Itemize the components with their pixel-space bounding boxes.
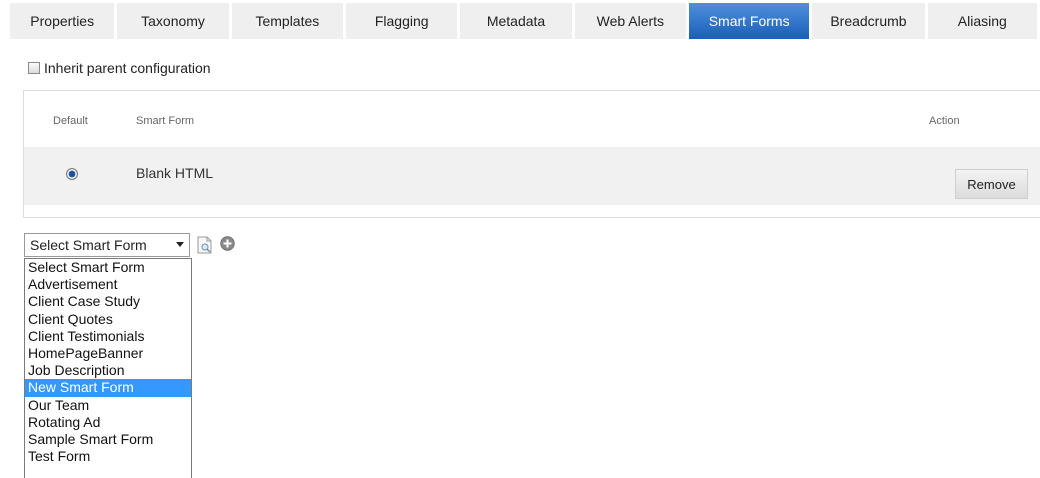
- dropdown-option[interactable]: HomePageBanner: [25, 345, 191, 362]
- smart-form-options-list: Select Smart Form Advertisement Client C…: [24, 258, 192, 478]
- inherit-checkbox[interactable]: [28, 62, 40, 74]
- dropdown-option[interactable]: Job Description: [25, 362, 191, 379]
- dropdown-option[interactable]: Client Quotes: [25, 311, 191, 328]
- tab-bar: Properties Taxonomy Templates Flagging M…: [10, 0, 1040, 39]
- dropdown-option[interactable]: Client Case Study: [25, 293, 191, 310]
- inherit-parent-option[interactable]: Inherit parent configuration: [28, 60, 211, 76]
- select-value: Select Smart Form: [30, 237, 147, 253]
- chevron-down-icon[interactable]: [176, 242, 184, 247]
- smart-forms-table: Default Smart Form Action Blank HTML Rem…: [23, 90, 1040, 218]
- table-row: Blank HTML Remove: [24, 147, 1040, 205]
- remove-button[interactable]: Remove: [955, 169, 1028, 199]
- default-radio[interactable]: [66, 168, 78, 180]
- tab-templates[interactable]: Templates: [231, 3, 344, 39]
- smart-form-name: Blank HTML: [136, 165, 214, 181]
- tab-smart-forms[interactable]: Smart Forms: [689, 3, 810, 39]
- tab-taxonomy[interactable]: Taxonomy: [117, 3, 229, 39]
- dropdown-option-highlighted[interactable]: New Smart Form: [25, 379, 191, 397]
- tab-aliasing[interactable]: Aliasing: [927, 3, 1037, 39]
- dropdown-option[interactable]: Rotating Ad: [25, 414, 191, 431]
- tab-web-alerts[interactable]: Web Alerts: [574, 3, 687, 39]
- inherit-label: Inherit parent configuration: [44, 60, 211, 76]
- dropdown-option[interactable]: Select Smart Form: [25, 259, 191, 276]
- dropdown-option[interactable]: Advertisement: [25, 276, 191, 293]
- header-smart-form: Smart Form: [136, 115, 195, 127]
- tab-properties[interactable]: Properties: [10, 3, 115, 39]
- tab-flagging[interactable]: Flagging: [346, 3, 458, 39]
- dropdown-option[interactable]: Sample Smart Form: [25, 431, 191, 448]
- smart-form-select[interactable]: Select Smart Form: [24, 233, 190, 257]
- tab-metadata[interactable]: Metadata: [460, 3, 572, 39]
- add-icon[interactable]: [220, 236, 235, 251]
- dropdown-option[interactable]: Client Testimonials: [25, 328, 191, 345]
- dropdown-option[interactable]: Our Team: [25, 397, 191, 414]
- tab-breadcrumb[interactable]: Breadcrumb: [812, 3, 925, 39]
- header-action: Action: [929, 115, 960, 127]
- preview-icon[interactable]: [197, 236, 213, 254]
- header-default: Default: [53, 115, 88, 127]
- dropdown-option[interactable]: Test Form: [25, 448, 191, 465]
